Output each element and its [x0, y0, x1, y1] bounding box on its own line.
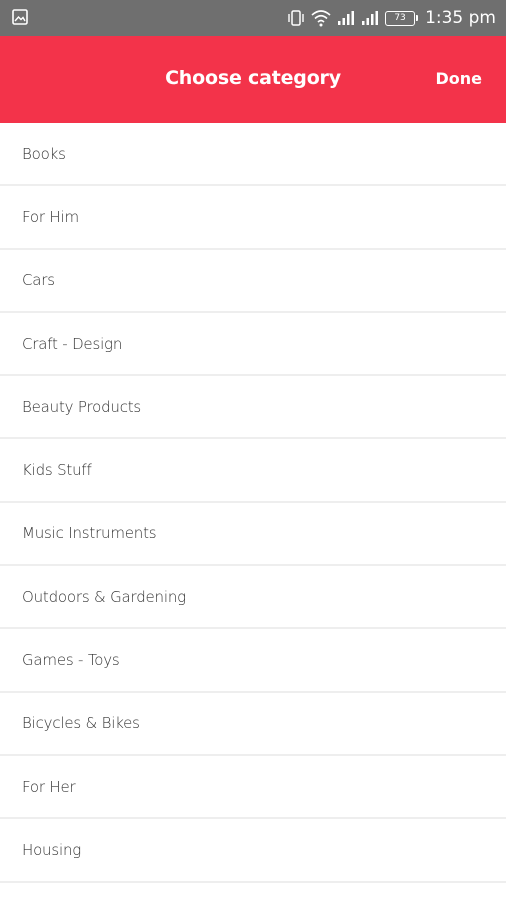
category-label: Music Instruments	[22, 524, 157, 543]
category-label: Housing	[22, 840, 82, 859]
category-label: Outdoors & Gardening	[22, 587, 186, 606]
vibrate-icon	[288, 10, 304, 26]
wifi-icon	[311, 10, 331, 27]
page-title: Choose category	[165, 67, 341, 89]
battery-icon: 73	[385, 10, 419, 26]
category-label: Books	[22, 144, 66, 163]
signal-icon	[362, 11, 379, 25]
category-label: For Him	[22, 207, 79, 226]
category-label: Bicycles & Bikes	[22, 714, 140, 733]
status-time: 1:35 pm	[425, 8, 496, 28]
signal-icon	[338, 11, 355, 25]
category-label: Games - Toys	[22, 651, 120, 670]
category-item-craft-design[interactable]: Craft - Design	[0, 313, 506, 377]
category-item-books[interactable]: Books	[0, 123, 506, 187]
category-list: Books For Him Cars Craft - Design Beauty…	[0, 123, 506, 883]
app-bar: Choose category Done	[0, 36, 506, 123]
status-bar: 73 1:35 pm	[0, 0, 506, 36]
battery-level: 73	[394, 13, 406, 23]
category-label: Craft - Design	[22, 334, 123, 353]
gallery-icon	[12, 9, 28, 25]
category-item-outdoors-gardening[interactable]: Outdoors & Gardening	[0, 566, 506, 630]
category-item-for-her[interactable]: For Her	[0, 756, 506, 820]
status-icons: 73 1:35 pm	[287, 0, 496, 36]
category-item-kids-stuff[interactable]: Kids Stuff	[0, 439, 506, 503]
category-item-housing[interactable]: Housing	[0, 819, 506, 883]
category-item-bicycles-bikes[interactable]: Bicycles & Bikes	[0, 693, 506, 756]
category-label: Cars	[22, 271, 55, 290]
category-item-beauty-products[interactable]: Beauty Products	[0, 376, 506, 440]
category-item-cars[interactable]: Cars	[0, 250, 506, 313]
category-label: For Her	[22, 777, 76, 796]
category-item-for-him[interactable]: For Him	[0, 186, 506, 250]
category-item-games-toys[interactable]: Games - Toys	[0, 629, 506, 693]
category-item-music-instruments[interactable]: Music Instruments	[0, 503, 506, 567]
category-label: Beauty Products	[22, 397, 142, 416]
category-label: Kids Stuff	[22, 461, 92, 480]
done-button[interactable]: Done	[435, 69, 482, 88]
